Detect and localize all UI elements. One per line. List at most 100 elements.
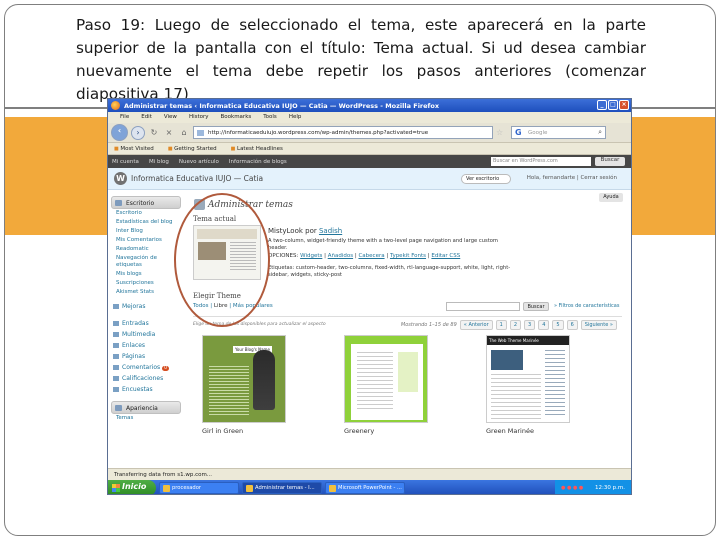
menu-bookmarks[interactable]: Bookmarks (221, 114, 252, 123)
wp-header: W Informatica Educativa IUJO — Catia Ver… (108, 168, 631, 190)
menu-edit[interactable]: Edit (141, 114, 152, 123)
sidebar-item-multimedia[interactable]: Multimedia (108, 329, 184, 340)
sidebar-item-apariencia[interactable]: Apariencia (111, 401, 181, 414)
option-widgets[interactable]: Widgets (300, 253, 322, 259)
sidebar-item-mejoras[interactable]: Mejoras (108, 301, 184, 312)
bookmark-star-icon[interactable]: ☆ (496, 128, 506, 137)
menu-bar: File Edit View History Bookmarks Tools H… (108, 112, 631, 123)
option-anadidos[interactable]: Añadidos (328, 253, 353, 259)
wpbar-my-blog[interactable]: Mi blog (149, 159, 169, 165)
pager-prev[interactable]: « Anterior (459, 320, 493, 330)
option-editar-css[interactable]: Editar CSS (431, 253, 460, 259)
theme-name-girl-in-green[interactable]: Girl in Green (202, 427, 243, 435)
visit-site-button[interactable]: Ver escritorio (461, 174, 511, 184)
pager-page-1[interactable]: 1 (495, 320, 507, 330)
menu-view[interactable]: View (164, 114, 177, 123)
decor-band-left (5, 117, 107, 235)
search-icon[interactable]: ⌕ (598, 128, 602, 137)
pager-page-2[interactable]: 2 (509, 320, 522, 330)
menu-help[interactable]: Help (289, 114, 302, 123)
wordpress-logo-icon[interactable]: W (114, 172, 127, 185)
wpbar-blog-info[interactable]: Información de blogs (229, 159, 287, 165)
pager-page-5[interactable]: 5 (552, 320, 564, 330)
theme-preview-header: The Web Theme Marinée (487, 336, 569, 345)
theme-search-button[interactable]: Buscar (523, 302, 549, 311)
theme-search-input[interactable] (446, 302, 520, 311)
divider (193, 316, 622, 317)
pager-page-3[interactable]: 3 (524, 320, 536, 330)
theme-name-greenery[interactable]: Greenery (344, 427, 374, 435)
theme-card-girl-in-green[interactable]: Your Blog's Name (202, 335, 286, 423)
start-button[interactable]: Inicio (108, 480, 156, 494)
minimize-button[interactable]: _ (597, 100, 607, 110)
forward-button[interactable]: › (131, 125, 145, 140)
windows-taskbar: Inicio procesador Administrar temas - I.… (108, 480, 631, 494)
maximize-button[interactable]: □ (608, 100, 618, 110)
site-title[interactable]: Informatica Educativa IUJO — Catia (131, 174, 263, 183)
pagination: Mostrando 1–15 de 89 « Anterior 1 2 3 4 … (401, 320, 617, 330)
sidebar-sub-readomatic[interactable]: Readomatic (108, 245, 184, 254)
options-label: OPCIONES: (268, 253, 301, 259)
pager-page-6[interactable]: 6 (566, 320, 578, 330)
bookmarks-toolbar: Most Visited Getting Started Latest Head… (108, 143, 631, 155)
task-powerpoint[interactable]: Microsoft PowerPoint - ... (325, 482, 405, 494)
option-typekit[interactable]: Typekit Fonts (390, 253, 426, 259)
sidebar-item-entradas[interactable]: Entradas (108, 318, 184, 329)
theme-preview-lines (491, 374, 541, 420)
wpbar-search-input[interactable]: Buscar en WordPress.com (491, 157, 591, 166)
search-placeholder: Google (528, 130, 548, 136)
theme-card-greenery[interactable] (344, 335, 428, 423)
window-title: Administrar temas ‹ Informatica Educativ… (124, 102, 440, 110)
decor-line-right (631, 107, 715, 109)
theme-preview-sidebar (545, 350, 565, 418)
sidebar-item-encuestas[interactable]: Encuestas (108, 384, 184, 395)
menu-tools[interactable]: Tools (263, 114, 277, 123)
sidebar-sub-inter-blog[interactable]: Inter Blog (108, 227, 184, 236)
option-cabecera[interactable]: Cabecera (358, 253, 384, 259)
tray-icons[interactable]: ● ● ● ● (561, 485, 583, 491)
current-theme-author-link[interactable]: Sadish (319, 227, 342, 235)
sidebar-sub-estadisticas[interactable]: Estadísticas del blog (108, 218, 184, 227)
task-firefox[interactable]: Administrar temas - I... (242, 482, 322, 494)
sidebar-item-paginas[interactable]: Páginas (108, 351, 184, 362)
feature-filter-link[interactable]: » Filtros de características (554, 303, 619, 309)
search-input[interactable]: Google ⌕ (511, 126, 606, 139)
menu-history[interactable]: History (189, 114, 209, 123)
bookmark-latest-headlines[interactable]: Latest Headlines (231, 146, 283, 154)
task-procesador[interactable]: procesador (159, 482, 239, 494)
bookmark-most-visited[interactable]: Most Visited (114, 146, 153, 154)
wpbar-search-button[interactable]: Buscar (595, 157, 625, 166)
wpbar-new-post[interactable]: Nuevo artículo (179, 159, 219, 165)
navigation-toolbar: ‹ › ↻ × ⌂ http://informaticaeduiujo.word… (108, 123, 631, 143)
home-icon[interactable]: ⌂ (178, 127, 190, 139)
bookmark-getting-started[interactable]: Getting Started (168, 146, 217, 154)
pager-next[interactable]: Siguiente » (580, 320, 617, 330)
back-button[interactable]: ‹ (111, 124, 128, 141)
system-tray: ● ● ● ● 12:30 p.m. (555, 480, 631, 494)
close-button[interactable]: × (619, 100, 629, 110)
sidebar-item-calificaciones[interactable]: Calificaciones (108, 373, 184, 384)
menu-file[interactable]: File (120, 114, 129, 123)
theme-card-green-marinee[interactable]: The Web Theme Marinée (486, 335, 570, 423)
pager-page-4[interactable]: 4 (538, 320, 550, 330)
firefox-icon (111, 101, 120, 110)
help-button[interactable]: Ayuda (599, 193, 623, 202)
theme-name-green-marinee[interactable]: Green Marinée (486, 427, 534, 435)
sidebar-sub-etiquetas[interactable]: Navegación de etiquetas (108, 254, 184, 270)
reload-icon[interactable]: ↻ (148, 127, 160, 139)
theme-preview-image (491, 350, 523, 370)
url-bar[interactable]: http://informaticaeduiujo.wordpress.com/… (193, 126, 493, 139)
sidebar-item-enlaces[interactable]: Enlaces (108, 340, 184, 351)
wpbar-my-account[interactable]: Mi cuenta (112, 159, 139, 165)
sidebar-sub-akismet[interactable]: Akismet Stats (108, 288, 184, 297)
sidebar-sub-mis-blogs[interactable]: Mis blogs (108, 270, 184, 279)
sidebar-sub-mis-comentarios[interactable]: Mis Comentarios (108, 236, 184, 245)
sidebar-item-comentarios[interactable]: Comentarios 0 (108, 362, 184, 373)
sidebar-sub-temas[interactable]: Temas (108, 414, 184, 423)
current-theme-name: MistyLook por Sadish (268, 227, 342, 235)
stop-icon[interactable]: × (163, 127, 175, 139)
sidebar-sub-suscripciones[interactable]: Suscripciones (108, 279, 184, 288)
howdy-user[interactable]: Hola, fernandarte | Cerrar sesión (527, 175, 617, 181)
sidebar-item-escritorio[interactable]: Escritorio (111, 196, 181, 209)
sidebar-sub-escritorio[interactable]: Escritorio (108, 209, 184, 218)
